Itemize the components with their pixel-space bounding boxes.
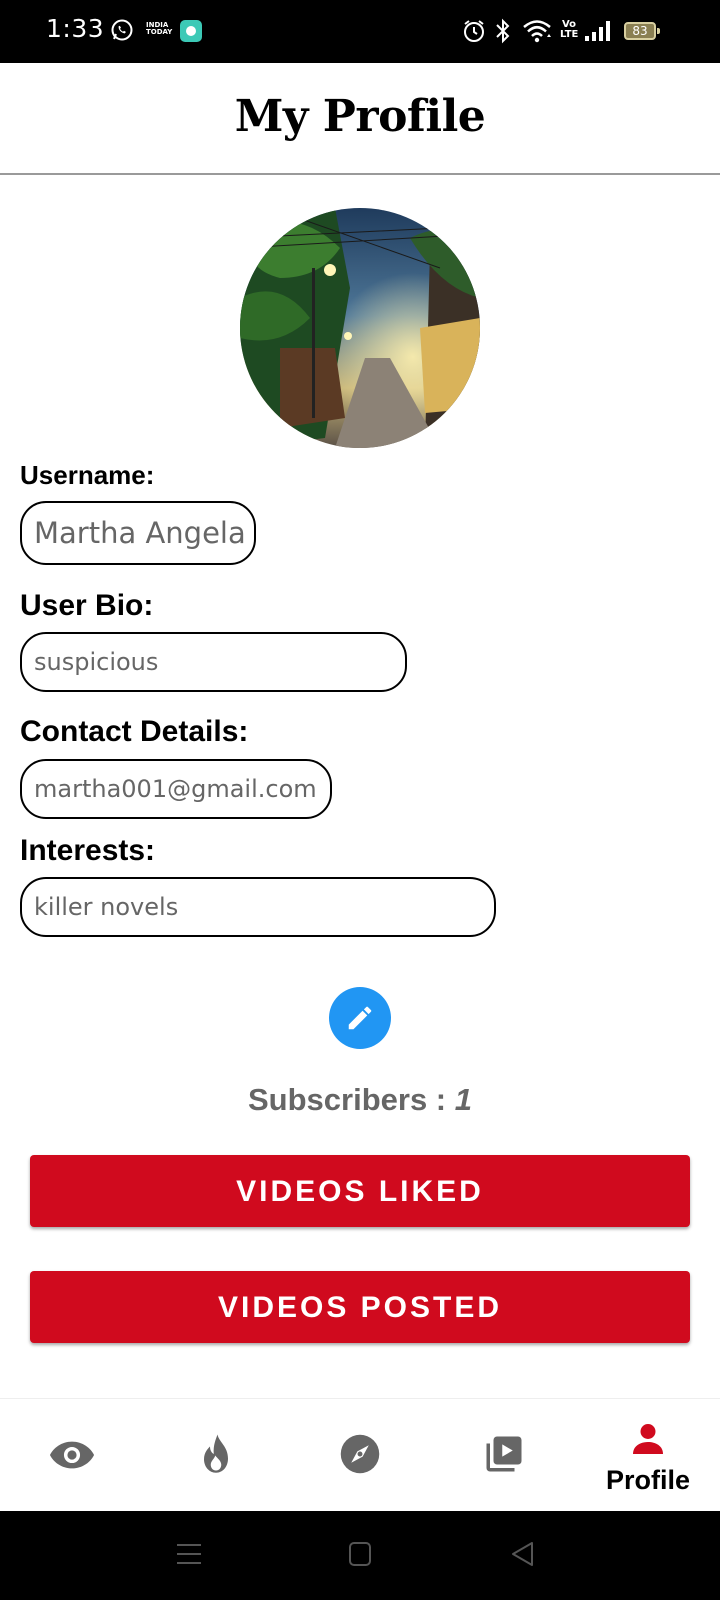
status-time: 1:33 [46,14,105,43]
bio-label: User Bio: [20,589,154,622]
rainy-street-photo [240,208,480,448]
subscriber-count: Subscribers : 1 [0,1082,720,1118]
subscribers-label: Subscribers : [248,1082,455,1117]
fire-icon [204,1434,228,1473]
videos-posted-button[interactable]: VIDEOS POSTED [30,1271,690,1343]
nav-item-profile[interactable]: Profile [576,1399,720,1512]
contact-label: Contact Details: [20,715,249,748]
volte-icon: Vo LTE [560,19,579,40]
nav-item-library[interactable] [432,1399,576,1512]
nav-label-profile: Profile [605,1465,691,1495]
battery-icon: 83 [624,22,660,40]
system-nav-bar [0,1511,720,1600]
menu-icon[interactable] [176,1541,202,1572]
whatsapp-icon [110,18,134,47]
wifi-icon [522,18,554,49]
news-app-icon: INDIA TODAY [146,21,173,36]
alarm-icon [462,18,486,49]
bluetooth-icon [494,18,512,49]
signal-icon [584,18,614,49]
nav-item-watch[interactable] [0,1399,144,1512]
page-title: My Profile [234,91,486,142]
pencil-icon [348,1006,372,1030]
username-field[interactable]: Martha Angela [20,501,256,565]
interests-field[interactable]: killer novels [20,877,496,937]
status-bar: 1:33 INDIA TODAY Vo LTE 83 [0,0,720,63]
contact-field[interactable]: martha001@gmail.com [20,759,332,819]
home-icon[interactable] [348,1541,372,1572]
subscribers-value: 1 [454,1082,472,1117]
edit-profile-button[interactable] [329,987,391,1049]
nav-item-explore[interactable] [288,1399,432,1512]
person-icon [633,1424,663,1454]
compass-icon [340,1434,380,1474]
video-library-icon [486,1436,522,1472]
app-notification-icon [180,20,202,42]
bottom-nav: Profile [0,1398,720,1512]
eye-icon [49,1441,95,1469]
nav-item-trending[interactable] [144,1399,288,1512]
avatar[interactable] [240,208,480,448]
app-header: My Profile [0,63,720,175]
bio-field[interactable]: suspicious [20,632,407,692]
videos-liked-button[interactable]: VIDEOS LIKED [30,1155,690,1227]
battery-level: 83 [632,24,648,38]
back-icon[interactable] [510,1541,536,1572]
username-label: Username: [20,460,155,490]
interests-label: Interests: [20,834,156,867]
